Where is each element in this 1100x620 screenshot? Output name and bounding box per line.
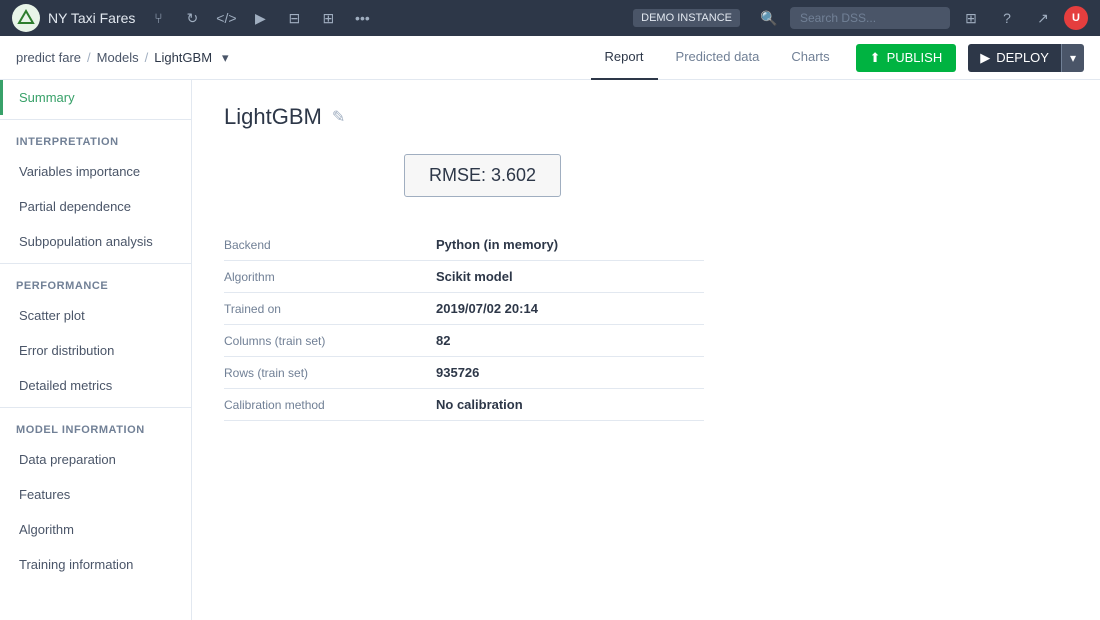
app-logo [12,4,40,32]
sidebar-divider-1 [0,119,191,120]
table-row: Trained on 2019/07/02 20:14 [224,293,704,325]
table-cell-value: Scikit model [424,261,704,293]
table-cell-label: Rows (train set) [224,357,424,389]
sidebar-item-algorithm[interactable]: Algorithm [0,512,191,547]
publish-icon: ⬆ [870,50,881,66]
demo-badge: DEMO INSTANCE [633,9,740,27]
sidebar-item-scatter-plot[interactable]: Scatter plot [0,298,191,333]
code-icon[interactable]: </> [211,3,241,33]
sidebar-header-model-information: MODEL INFORMATION [0,412,191,442]
deploy-button[interactable]: ▶ DEPLOY [968,44,1061,72]
edit-icon[interactable]: ✎ [332,107,345,127]
table-cell-label: Calibration method [224,389,424,421]
second-nav-bar: predict fare / Models / LightGBM ▾ Repor… [0,36,1100,80]
sidebar: Summary INTERPRETATION Variables importa… [0,80,192,620]
search-icon: 🔍 [754,3,784,33]
user-avatar[interactable]: U [1064,6,1088,30]
sidebar-header-interpretation: INTERPRETATION [0,124,191,154]
table-cell-value: 2019/07/02 20:14 [424,293,704,325]
refresh-icon[interactable]: ↻ [177,3,207,33]
main-layout: Summary INTERPRETATION Variables importa… [0,80,1100,620]
breadcrumb-project[interactable]: predict fare [16,50,81,65]
help-icon[interactable]: ? [992,3,1022,33]
apps-grid-icon[interactable]: ⊞ [956,3,986,33]
table-cell-label: Columns (train set) [224,325,424,357]
breadcrumb: predict fare / Models / LightGBM ▾ [16,50,229,66]
tab-charts[interactable]: Charts [777,36,843,80]
breadcrumb-models[interactable]: Models [97,50,139,65]
rmse-value: RMSE: 3.602 [429,165,536,185]
table-row: Calibration method No calibration [224,389,704,421]
analytics-icon[interactable]: ↗ [1028,3,1058,33]
sidebar-item-variables-importance[interactable]: Variables importance [0,154,191,189]
sidebar-item-detailed-metrics[interactable]: Detailed metrics [0,368,191,403]
tab-predicted-data[interactable]: Predicted data [662,36,774,80]
deploy-dropdown-icon[interactable]: ▾ [1061,44,1084,72]
table-row: Algorithm Scikit model [224,261,704,293]
table-row: Columns (train set) 82 [224,325,704,357]
deploy-button-group: ▶ DEPLOY ▾ [968,44,1084,72]
sidebar-item-training-information[interactable]: Training information [0,547,191,582]
sidebar-item-subpopulation-analysis[interactable]: Subpopulation analysis [0,224,191,259]
model-title-row: LightGBM ✎ [224,104,1068,130]
table-cell-label: Trained on [224,293,424,325]
table-cell-value: 935726 [424,357,704,389]
deploy-icon[interactable]: ⊟ [279,3,309,33]
table-cell-value: 82 [424,325,704,357]
model-name: LightGBM [224,104,322,130]
sidebar-item-features[interactable]: Features [0,477,191,512]
table-cell-value: No calibration [424,389,704,421]
top-nav-right: DEMO INSTANCE 🔍 ⊞ ? ↗ U [633,3,1088,33]
sidebar-divider-3 [0,407,191,408]
table-row: Backend Python (in memory) [224,229,704,261]
main-content: LightGBM ✎ RMSE: 3.602 Backend Python (i… [192,80,1100,620]
table-cell-label: Algorithm [224,261,424,293]
tab-report[interactable]: Report [591,36,658,80]
publish-button[interactable]: ⬆ PUBLISH [856,44,957,72]
sidebar-item-data-preparation[interactable]: Data preparation [0,442,191,477]
breadcrumb-sep-1: / [87,50,91,65]
model-info-table: Backend Python (in memory) Algorithm Sci… [224,229,704,421]
second-nav-right: Report Predicted data Charts ⬆ PUBLISH ▶… [591,36,1085,80]
more-icon[interactable]: ••• [347,3,377,33]
rmse-box: RMSE: 3.602 [404,154,561,197]
breadcrumb-dropdown-icon[interactable]: ▾ [222,50,229,66]
app-title: NY Taxi Fares [48,10,135,26]
sidebar-header-performance: PERFORMANCE [0,268,191,298]
table-row: Rows (train set) 935726 [224,357,704,389]
breadcrumb-sep-2: / [145,50,149,65]
breadcrumb-current: LightGBM [154,50,212,65]
top-nav-bar: NY Taxi Fares ⑂ ↻ </> ▶ ⊟ ⊞ ••• DEMO INS… [0,0,1100,36]
table-cell-label: Backend [224,229,424,261]
play-icon[interactable]: ▶ [245,3,275,33]
top-nav-left: NY Taxi Fares ⑂ ↻ </> ▶ ⊟ ⊞ ••• [12,3,377,33]
sidebar-divider-2 [0,263,191,264]
sidebar-item-error-distribution[interactable]: Error distribution [0,333,191,368]
top-nav-icons: ⑂ ↻ </> ▶ ⊟ ⊞ ••• [143,3,377,33]
grid-small-icon[interactable]: ⊞ [313,3,343,33]
search-input[interactable] [790,7,950,29]
deploy-play-icon: ▶ [980,50,990,66]
sidebar-item-partial-dependence[interactable]: Partial dependence [0,189,191,224]
branch-icon[interactable]: ⑂ [143,3,173,33]
table-cell-value: Python (in memory) [424,229,704,261]
sidebar-item-summary[interactable]: Summary [0,80,191,115]
